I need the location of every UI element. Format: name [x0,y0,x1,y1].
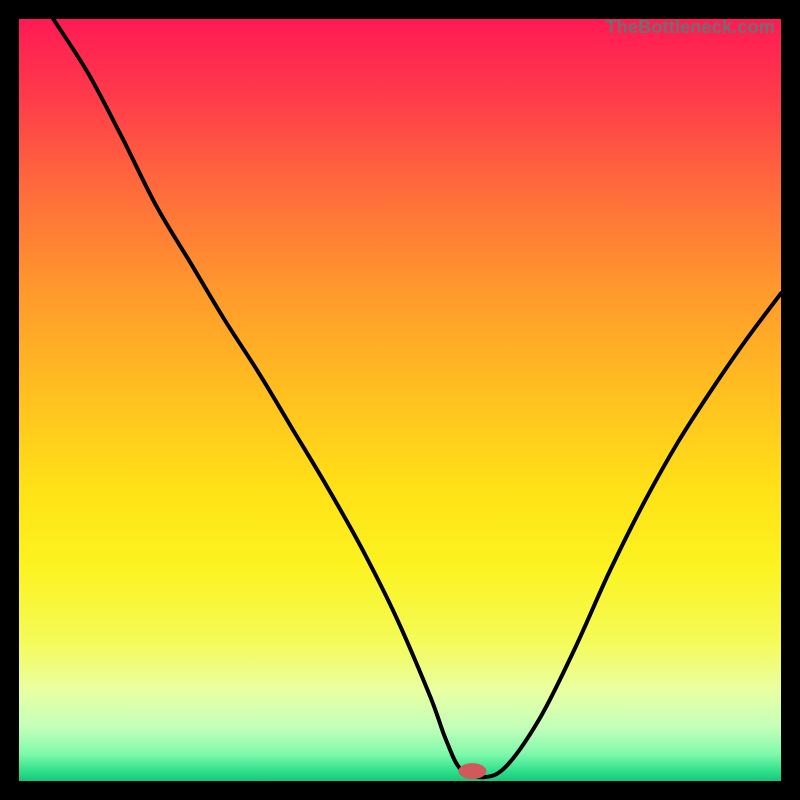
chart-svg [19,19,781,781]
optimal-marker [458,763,486,779]
chart-frame: TheBottleneck.com [19,19,781,781]
gradient-background [19,19,781,781]
watermark-text: TheBottleneck.com [606,17,775,38]
